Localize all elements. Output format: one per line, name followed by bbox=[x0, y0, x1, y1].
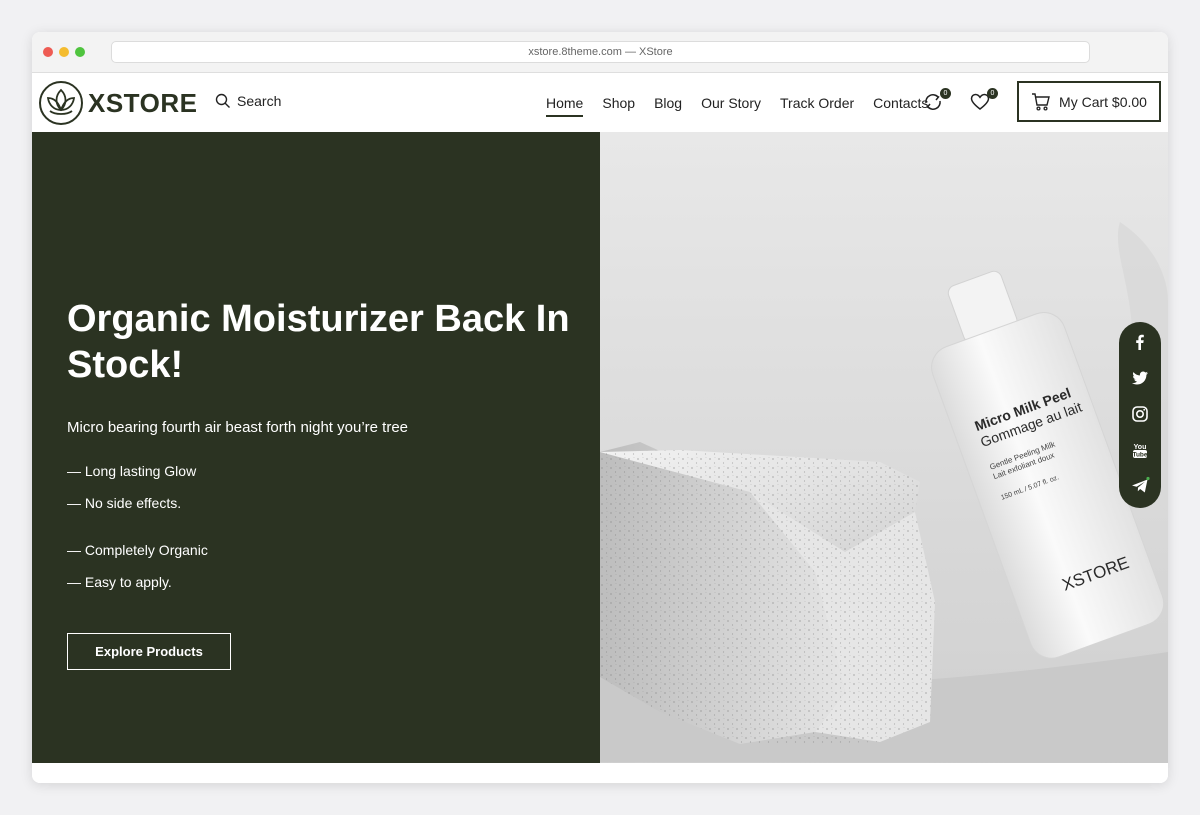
twitter-link[interactable] bbox=[1130, 368, 1150, 388]
feature-item: — Long lasting Glow bbox=[67, 463, 197, 479]
nav-item-home[interactable]: Home bbox=[546, 95, 584, 117]
page-bottom-strip bbox=[32, 763, 1168, 783]
youtube-link[interactable]: You Tube bbox=[1130, 440, 1150, 460]
hero-text-panel: Organic Moisturizer Back In Stock! Micro… bbox=[32, 132, 600, 763]
nav-item-our-story[interactable]: Our Story bbox=[701, 95, 761, 111]
main-nav: Home Shop Blog Our Story Track Order Con… bbox=[546, 73, 947, 132]
cart-label: My Cart $0.00 bbox=[1059, 93, 1147, 110]
feature-item: — Completely Organic bbox=[67, 542, 208, 558]
facebook-link[interactable] bbox=[1130, 332, 1150, 352]
instagram-icon bbox=[1132, 406, 1148, 422]
svg-text:You: You bbox=[1134, 444, 1147, 451]
minimize-window-button[interactable] bbox=[59, 47, 69, 57]
cart-button[interactable]: My Cart $0.00 bbox=[1017, 81, 1161, 122]
browser-chrome: xstore.8theme.com — XStore bbox=[32, 32, 1168, 73]
facebook-icon bbox=[1136, 334, 1144, 350]
address-bar[interactable]: xstore.8theme.com — XStore bbox=[111, 41, 1090, 63]
search-icon bbox=[215, 93, 230, 108]
hero-title: Organic Moisturizer Back In Stock! bbox=[67, 298, 570, 386]
social-sidebar: You Tube bbox=[1119, 322, 1161, 508]
cart-icon bbox=[1032, 92, 1050, 111]
feature-item: — Easy to apply. bbox=[67, 574, 172, 590]
search-label: Search bbox=[237, 93, 282, 109]
nav-item-contacts[interactable]: Contacts bbox=[873, 95, 928, 111]
svg-text:Tube: Tube bbox=[1132, 451, 1147, 458]
wishlist-count-badge: 0 bbox=[987, 88, 998, 99]
hero-subtitle: Micro bearing fourth air beast forth nig… bbox=[67, 419, 409, 436]
close-window-button[interactable] bbox=[43, 47, 53, 57]
logo[interactable]: XSTORE bbox=[38, 80, 197, 126]
compare-button[interactable]: 0 bbox=[922, 88, 951, 115]
search-trigger[interactable]: Search bbox=[215, 93, 281, 109]
telegram-icon bbox=[1132, 476, 1150, 493]
nav-item-blog[interactable]: Blog bbox=[654, 95, 682, 111]
browser-window: xstore.8theme.com — XStore XSTORE Search… bbox=[32, 32, 1168, 783]
explore-products-button[interactable]: Explore Products bbox=[67, 633, 231, 670]
feature-item: — No side effects. bbox=[67, 495, 182, 511]
instagram-link[interactable] bbox=[1130, 404, 1150, 424]
wishlist-button[interactable]: 0 bbox=[969, 88, 998, 115]
nav-item-track-order[interactable]: Track Order bbox=[780, 95, 854, 111]
nav-item-shop[interactable]: Shop bbox=[602, 95, 635, 111]
compare-count-badge: 0 bbox=[940, 88, 951, 99]
hero-image: Micro Milk Peel Gommage au lait Gentle P… bbox=[600, 132, 1168, 763]
lotus-logo-icon bbox=[39, 81, 83, 125]
logo-text: XSTORE bbox=[88, 87, 198, 118]
maximize-window-button[interactable] bbox=[75, 47, 85, 57]
twitter-icon bbox=[1132, 371, 1148, 385]
site-header: XSTORE Search Home Shop Blog Our Story T… bbox=[32, 73, 1168, 132]
product-photo: Micro Milk Peel Gommage au lait Gentle P… bbox=[600, 132, 1168, 763]
youtube-icon: You Tube bbox=[1132, 444, 1147, 458]
telegram-link[interactable] bbox=[1130, 476, 1150, 496]
